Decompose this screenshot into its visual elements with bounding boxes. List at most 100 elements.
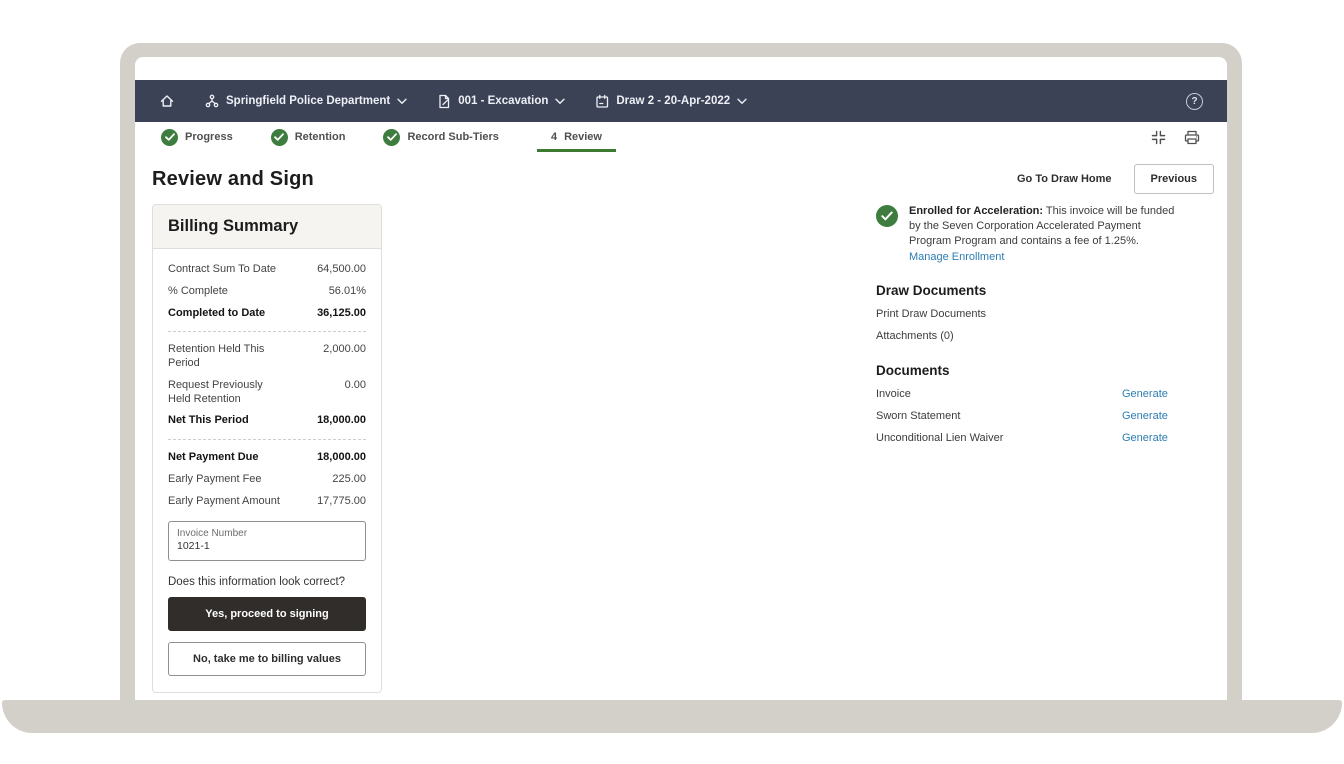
draw-selector[interactable]: Draw 2 - 20-Apr-2022 [595,94,747,109]
laptop-base [2,700,1342,733]
organization-selector[interactable]: Springfield Police Department [205,94,407,108]
billing-row-label: Net This Period [168,414,286,428]
laptop-frame: Springfield Police Department 001 - Exca… [120,43,1242,703]
back-to-billing-values-button[interactable]: No, take me to billing values [168,642,366,676]
step-label: Retention [295,131,346,143]
invoice-number-label: Invoice Number [177,527,357,540]
billing-row-label: Contract Sum To Date [168,263,286,277]
step-retention[interactable]: Retention [271,122,346,152]
home-button[interactable] [159,93,175,109]
document-row: Invoice Generate [876,388,1214,400]
acceleration-notice: Enrolled for Acceleration: This invoice … [876,204,1214,265]
org-hierarchy-icon [205,94,219,108]
billing-row: Request Previously Held Retention 0.00 [168,375,366,411]
generate-lien-waiver-link[interactable]: Generate [1122,432,1214,444]
check-circle-icon [876,205,898,227]
billing-row-value: 0.00 [345,379,366,407]
divider [168,439,366,440]
billing-row-label: Early Payment Amount [168,495,286,509]
confirmation-question: Does this information look correct? [168,576,366,588]
billing-row-value: 64,500.00 [317,263,366,277]
document-row: Sworn Statement Generate [876,410,1214,422]
billing-row: Completed to Date 36,125.00 [168,303,366,325]
chevron-down-icon [397,98,407,105]
step-progress-bar: Progress Retention Record Sub-Tiers 4 Re… [135,122,1227,152]
print-draw-documents-link[interactable]: Print Draw Documents [876,308,1214,320]
check-circle-icon [383,129,400,146]
billing-row-label: Completed to Date [168,307,286,321]
billing-summary-header: Billing Summary [153,205,381,249]
manage-enrollment-link[interactable]: Manage Enrollment [909,251,1004,263]
divider [168,331,366,332]
help-icon[interactable]: ? [1186,93,1203,110]
billing-row-label: Retention Held This Period [168,343,286,371]
print-icon[interactable] [1183,129,1201,146]
header-actions: Go To Draw Home Previous [1017,164,1214,194]
collapse-icon[interactable] [1150,129,1167,146]
organization-label: Springfield Police Department [226,95,390,107]
step-label: Record Sub-Tiers [407,131,499,143]
check-circle-icon [271,129,288,146]
attachments-link[interactable]: Attachments (0) [876,330,1214,342]
billing-row-value: 56.01% [329,285,366,299]
billing-row: Early Payment Amount 17,775.00 [168,491,366,513]
step-record-sub-tiers[interactable]: Record Sub-Tiers [383,122,499,152]
document-name: Sworn Statement [876,410,1122,422]
step-review-active[interactable]: 4 Review [537,122,616,152]
billing-row: Early Payment Fee 225.00 [168,469,366,491]
check-circle-icon [161,129,178,146]
page-title: Review and Sign [152,168,314,191]
billing-row-value: 17,775.00 [317,495,366,509]
step-label: Review [564,131,602,143]
billing-summary-body: Contract Sum To Date 64,500.00 % Complet… [153,249,381,692]
billing-row: % Complete 56.01% [168,281,366,303]
document-edit-icon [437,94,451,109]
billing-row: Retention Held This Period 2,000.00 [168,339,366,375]
top-navbar: Springfield Police Department 001 - Exca… [135,80,1227,122]
billing-row: Contract Sum To Date 64,500.00 [168,259,366,281]
generate-invoice-link[interactable]: Generate [1122,388,1214,400]
step-number: 4 [551,131,557,143]
home-icon [159,93,175,109]
main-content: Billing Summary Contract Sum To Date 64,… [135,204,1227,693]
generate-sworn-statement-link[interactable]: Generate [1122,410,1214,422]
billing-row-value: 18,000.00 [317,414,366,428]
billing-summary-card: Billing Summary Contract Sum To Date 64,… [152,204,382,693]
invoice-number-value: 1021-1 [177,540,357,554]
invoice-number-input[interactable]: Invoice Number 1021-1 [168,521,366,561]
project-selector[interactable]: 001 - Excavation [437,94,565,109]
draw-documents-title: Draw Documents [876,283,1214,298]
previous-button[interactable]: Previous [1134,164,1214,194]
billing-row-label: Request Previously Held Retention [168,379,286,407]
laptop-screen-content: Springfield Police Department 001 - Exca… [135,57,1227,703]
go-to-draw-home-link[interactable]: Go To Draw Home [1017,173,1112,185]
steps-toolbar [1150,129,1201,146]
page-header: Review and Sign Go To Draw Home Previous [135,162,1227,196]
project-label: 001 - Excavation [458,95,548,107]
billing-row-value: 2,000.00 [323,343,366,371]
billing-row: Net This Period 18,000.00 [168,410,366,432]
billing-summary-title: Billing Summary [168,217,298,235]
billing-row-label: % Complete [168,285,286,299]
chevron-down-icon [737,98,747,105]
document-row: Unconditional Lien Waiver Generate [876,432,1214,444]
billing-row-value: 18,000.00 [317,451,366,465]
billing-summary-column: Billing Summary Contract Sum To Date 64,… [152,204,382,693]
step-progress[interactable]: Progress [161,122,233,152]
chevron-down-icon [555,98,565,105]
document-name: Unconditional Lien Waiver [876,432,1122,444]
step-label: Progress [185,131,233,143]
acceleration-text: Enrolled for Acceleration: This invoice … [909,204,1177,265]
documents-column: Enrolled for Acceleration: This invoice … [876,204,1214,693]
acceleration-title: Enrolled for Acceleration: [909,205,1043,217]
billing-row-value: 225.00 [332,473,366,487]
documents-title: Documents [876,363,1214,378]
billing-row: Net Payment Due 18,000.00 [168,447,366,469]
proceed-to-signing-button[interactable]: Yes, proceed to signing [168,597,366,631]
billing-row-label: Early Payment Fee [168,473,286,487]
draw-calendar-icon [595,94,609,109]
document-name: Invoice [876,388,1122,400]
billing-row-value: 36,125.00 [317,307,366,321]
billing-row-label: Net Payment Due [168,451,286,465]
draw-label: Draw 2 - 20-Apr-2022 [616,95,730,107]
